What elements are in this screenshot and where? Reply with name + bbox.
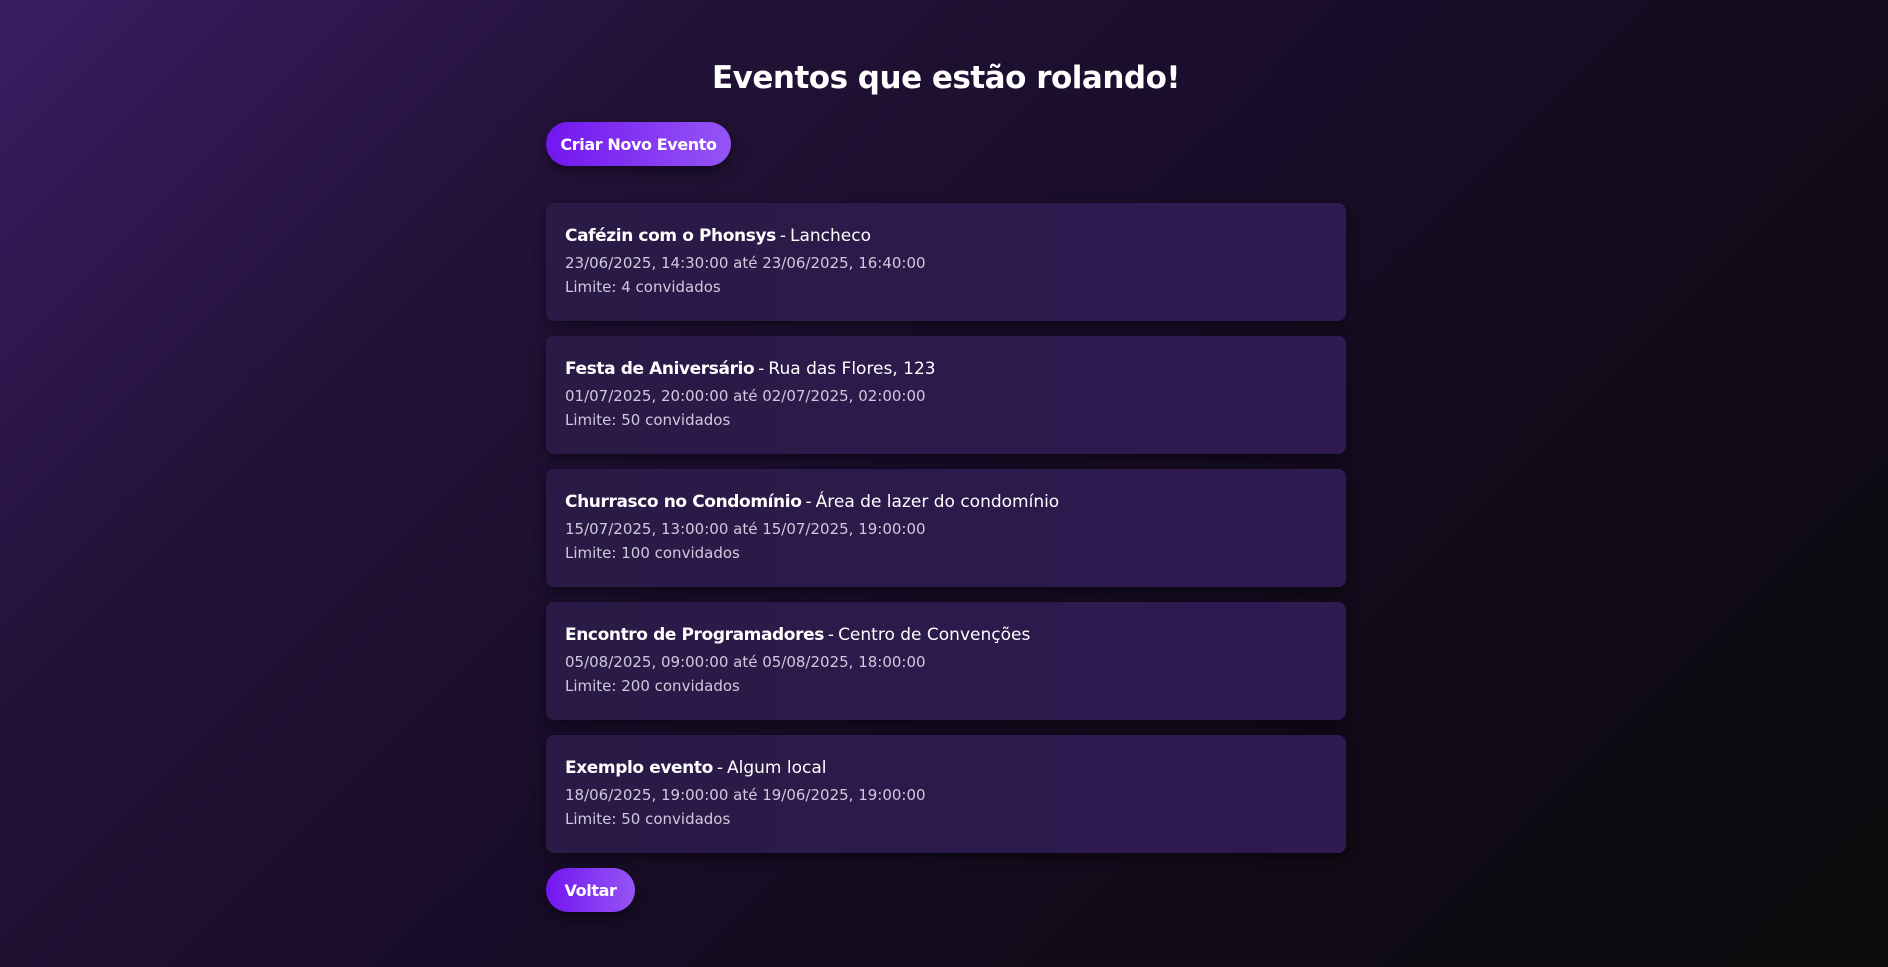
event-name: Churrasco no Condomínio [565, 492, 802, 512]
event-card[interactable]: Encontro de Programadores - Centro de Conv… [546, 602, 1346, 720]
event-location: Algum local [727, 758, 827, 778]
event-header: Encontro de Programadores - Centro de Conv… [565, 623, 1327, 647]
event-datetime: 01/07/2025, 20:00:00 até 02/07/2025, 02:… [565, 387, 926, 405]
event-list: Cafézin com o Phonsys - Lancheco 23/06/202… [546, 203, 1346, 868]
event-separator: - [716, 758, 724, 778]
event-datetime: 18/06/2025, 19:00:00 até 19/06/2025, 19:… [565, 786, 926, 804]
event-card[interactable]: Exemplo evento - Algum local 18/06/2025, 1… [546, 735, 1346, 853]
back-button[interactable]: Voltar [546, 868, 635, 912]
event-card[interactable]: Churrasco no Condomínio - Área de lazer do… [546, 469, 1346, 587]
event-card[interactable]: Cafézin com o Phonsys - Lancheco 23/06/202… [546, 203, 1346, 321]
event-location: Centro de Convenções [838, 625, 1031, 645]
event-name: Festa de Aniversário [565, 359, 755, 379]
event-location: Rua das Flores, 123 [768, 359, 936, 379]
event-guest-limit: Limite: 50 convidados [565, 411, 731, 429]
event-location: Área de lazer do condomínio [815, 492, 1060, 512]
page-title: Eventos que estão rolando! [711, 60, 1181, 96]
event-datetime: 23/06/2025, 14:30:00 até 23/06/2025, 16:… [565, 254, 926, 272]
event-header: Churrasco no Condomínio - Área de lazer do… [565, 490, 1327, 514]
event-separator: - [779, 226, 787, 246]
events-page: { "page": { "title": "Eventos que estão … [0, 0, 1888, 967]
event-location: Lancheco [790, 226, 872, 246]
event-header: Exemplo evento - Algum local [565, 756, 1327, 780]
event-separator: - [758, 359, 765, 379]
event-guest-limit: Limite: 100 convidados [565, 544, 740, 562]
event-separator: - [827, 625, 835, 645]
event-header: Festa de Aniversário - Rua das Flores, 123 [565, 357, 1327, 381]
event-name: Cafézin com o Phonsys [565, 226, 776, 246]
event-header: Cafézin com o Phonsys - Lancheco [565, 224, 1327, 248]
event-datetime: 15/07/2025, 13:00:00 até 15/07/2025, 19:… [565, 520, 926, 538]
create-event-button[interactable]: Criar Novo Evento [546, 122, 731, 166]
event-name: Exemplo evento [565, 758, 713, 778]
event-datetime: 05/08/2025, 09:00:00 até 05/08/2025, 18:… [565, 653, 926, 671]
event-card[interactable]: Festa de Aniversário - Rua das Flores, 123… [546, 336, 1346, 454]
event-guest-limit: Limite: 4 convidados [565, 278, 721, 296]
event-separator: - [805, 492, 812, 512]
event-guest-limit: Limite: 50 convidados [565, 810, 731, 828]
event-guest-limit: Limite: 200 convidados [565, 677, 740, 695]
event-name: Encontro de Programadores [565, 625, 824, 645]
